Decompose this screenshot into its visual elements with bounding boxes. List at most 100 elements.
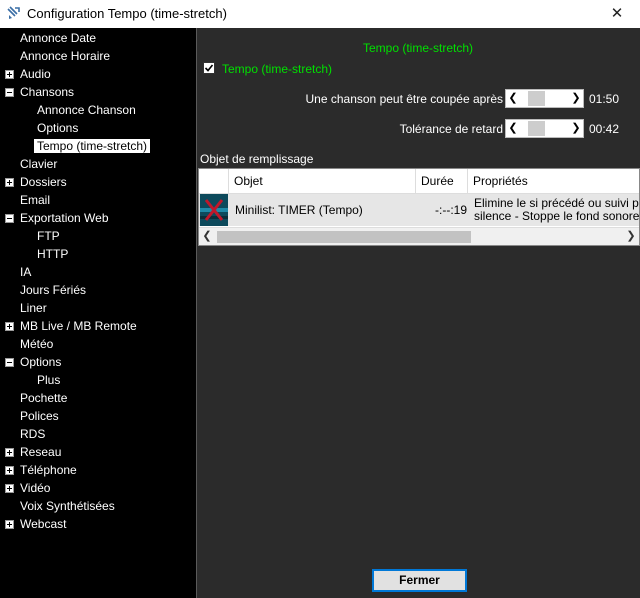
cut-after-value: 01:50 — [589, 92, 620, 106]
tree-item[interactable]: Reseau — [17, 443, 64, 461]
section-title: Tempo (time-stretch) — [362, 41, 474, 55]
footer-bar: Fermer — [198, 558, 640, 598]
close-icon[interactable]: ✕ — [594, 0, 640, 28]
tree-item-label: Voix Synthétisées — [20, 499, 115, 513]
tree-item[interactable]: Clavier — [17, 155, 60, 173]
tree-item[interactable]: Chansons — [17, 83, 77, 101]
tree-item-label: Chansons — [20, 85, 75, 99]
tree-item-label: Annonce Horaire — [20, 49, 111, 63]
tree-item-label: FTP — [37, 229, 60, 243]
tree-item[interactable]: Tempo (time-stretch) — [34, 137, 151, 155]
tree-item-label: Webcast — [20, 517, 67, 531]
tree-item-label: Annonce Chanson — [37, 103, 136, 117]
tree-item[interactable]: Annonce Chanson — [34, 101, 139, 119]
grid-header-image — [199, 169, 229, 194]
window-title: Configuration Tempo (time-stretch) — [27, 6, 227, 21]
tree-item[interactable]: RDS — [17, 425, 48, 443]
expand-icon[interactable] — [5, 322, 14, 331]
grid-header-object[interactable]: Objet — [229, 169, 416, 194]
tree-item-label: MB Live / MB Remote — [20, 319, 137, 333]
tolerance-value: 00:42 — [589, 122, 620, 136]
scrollbar-thumb[interactable] — [217, 231, 471, 243]
expand-icon[interactable] — [5, 484, 14, 493]
tree-item-label: Options — [37, 121, 79, 135]
filler-object-label: Objet de remplissage — [200, 152, 314, 166]
tempo-enable-label[interactable]: Tempo (time-stretch) — [222, 62, 332, 76]
chevron-right-icon[interactable]: ❯ — [569, 120, 583, 137]
tree-item[interactable]: Téléphone — [17, 461, 80, 479]
config-window: Configuration Tempo (time-stretch) ✕ Ann… — [0, 0, 640, 598]
collapse-icon[interactable] — [5, 214, 14, 223]
tree-item[interactable]: Plus — [34, 371, 63, 389]
tree-item-label: Liner — [20, 301, 47, 315]
cut-after-label: Une chanson peut être coupée après — [305, 92, 503, 106]
tree-item-label: Audio — [20, 67, 51, 81]
tree-item[interactable]: Options — [34, 119, 81, 137]
tree-item-label: Polices — [20, 409, 59, 423]
tempo-enable-checkbox[interactable] — [203, 62, 215, 74]
tree-item[interactable]: FTP — [34, 227, 63, 245]
tree-item[interactable]: Audio — [17, 65, 54, 83]
table-row[interactable]: Minilist: TIMER (Tempo) -:--:19 Elimine … — [199, 194, 640, 226]
expand-icon[interactable] — [5, 520, 14, 529]
filler-object-grid: Objet Durée Propriétés Minilist: TIMER (… — [198, 168, 640, 246]
tree-item-label: Reseau — [20, 445, 62, 459]
tree-item-label: Tempo (time-stretch) — [34, 139, 151, 153]
tree-item[interactable]: Voix Synthétisées — [17, 497, 118, 515]
tree-item-label: Options — [20, 355, 62, 369]
tree-item[interactable]: Dossiers — [17, 173, 70, 191]
cut-after-slider[interactable]: ❮ ❯ — [505, 89, 584, 108]
expand-icon[interactable] — [5, 466, 14, 475]
app-icon — [6, 5, 22, 21]
tree-item[interactable]: Options — [17, 353, 64, 371]
tree-item[interactable]: IA — [17, 263, 34, 281]
tree-item-label: Vidéo — [20, 481, 51, 495]
expand-icon[interactable] — [5, 178, 14, 187]
chevron-left-icon[interactable]: ❮ — [506, 90, 520, 107]
tree-item-label: HTTP — [37, 247, 69, 261]
tree-item[interactable]: MB Live / MB Remote — [17, 317, 140, 335]
row-properties-line2: silence - Stoppe le fond sonore — [474, 209, 640, 223]
grid-header-properties[interactable]: Propriétés — [468, 169, 639, 194]
tree-item[interactable]: Vidéo — [17, 479, 53, 497]
expand-icon[interactable] — [5, 70, 14, 79]
chevron-left-icon[interactable]: ❮ — [506, 120, 520, 137]
title-bar: Configuration Tempo (time-stretch) ✕ — [0, 0, 640, 28]
settings-tree: Annonce Date Annonce Horaire Audio Chansons… — [0, 28, 197, 598]
tree-item[interactable]: Webcast — [17, 515, 69, 533]
tree-item[interactable]: Annonce Date — [17, 29, 99, 47]
row-duration: -:--:19 — [435, 203, 468, 217]
tree-item[interactable]: Météo — [17, 335, 56, 353]
scroll-left-icon[interactable]: ❮ — [199, 228, 215, 245]
tree-item-label: Clavier — [20, 157, 58, 171]
tree-item[interactable]: HTTP — [34, 245, 71, 263]
tree-item-label: Jours Fériés — [20, 283, 87, 297]
tolerance-slider[interactable]: ❮ ❯ — [505, 119, 584, 138]
tree-item-label: Dossiers — [20, 175, 67, 189]
grid-header-duration[interactable]: Durée — [416, 169, 468, 194]
tree-item[interactable]: Liner — [17, 299, 50, 317]
tree-item-label: RDS — [20, 427, 46, 441]
tree-item[interactable]: Polices — [17, 407, 62, 425]
slider-thumb[interactable] — [528, 91, 545, 106]
scroll-right-icon[interactable]: ❯ — [623, 228, 639, 245]
tree-item-label: Météo — [20, 337, 54, 351]
slider-thumb[interactable] — [528, 121, 545, 136]
checkmark-icon — [204, 64, 214, 72]
tree-item[interactable]: Jours Fériés — [17, 281, 89, 299]
tree-item-label: Exportation Web — [20, 211, 109, 225]
tolerance-label: Tolérance de retard — [399, 122, 503, 136]
close-button[interactable]: Fermer — [372, 569, 467, 592]
grid-horizontal-scrollbar[interactable]: ❮ ❯ — [199, 227, 639, 245]
chevron-right-icon[interactable]: ❯ — [569, 90, 583, 107]
expand-icon[interactable] — [5, 448, 14, 457]
tree-item-label: Plus — [37, 373, 61, 387]
tree-item[interactable]: Annonce Horaire — [17, 47, 113, 65]
tree-item[interactable]: Email — [17, 191, 53, 209]
tree-item-label: Annonce Date — [20, 31, 97, 45]
collapse-icon[interactable] — [5, 88, 14, 97]
collapse-icon[interactable] — [5, 358, 14, 367]
settings-panel: Tempo (time-stretch) Tempo (time-stretch… — [198, 28, 640, 558]
tree-item[interactable]: Exportation Web — [17, 209, 112, 227]
tree-item[interactable]: Pochette — [17, 389, 70, 407]
